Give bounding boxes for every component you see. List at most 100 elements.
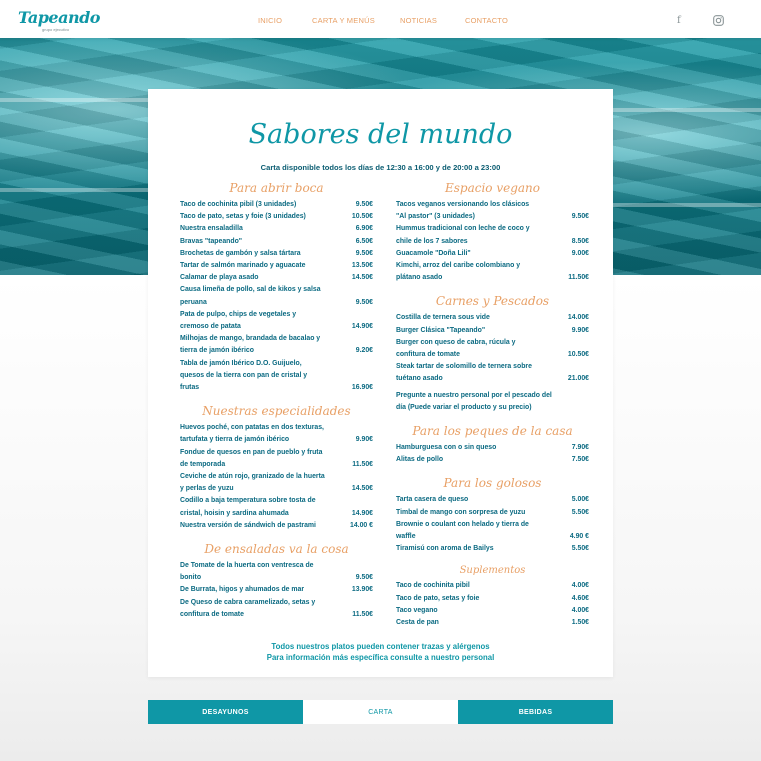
menu-item-name: Cesta de pan (396, 619, 439, 627)
menu-item-name: Pata de pulpo, chips de vegetales y crem… (180, 310, 297, 331)
menu-item-price: 7.50€ (571, 456, 589, 464)
menu-item-name: Taco de pato, setas y foie (3 unidades) (180, 213, 306, 221)
menu-item: Steak tartar de solomillo de ternera sob… (396, 361, 589, 385)
menu-item-name: Brochetas de gambón y salsa tártara (180, 249, 301, 257)
logo-subtitle: grupo ejecutivo (42, 27, 70, 32)
menu-item: De Queso de cabra caramelizado, setas y … (180, 597, 373, 621)
menu-item-name: Alitas de pollo (396, 456, 444, 464)
menu-item: Cesta de pan 1.50€ (396, 617, 589, 629)
menu-item-price: 9.50€ (355, 201, 373, 208)
menu-item-price: 14.50€ (351, 485, 373, 493)
menu-item-price: 21.00€ (567, 375, 589, 383)
menu-item-name: Tartar de salmón marinado y aguacate (180, 262, 306, 270)
instagram-icon[interactable] (713, 15, 724, 29)
menu-title: Sabores del mundo (248, 119, 513, 150)
hero-shelf (613, 108, 761, 112)
menu-item-price: 4.90 € (569, 533, 589, 541)
menu-item-name: Hamburguesa con o sin queso (396, 444, 497, 452)
menu-item: Burger con queso de cabra, rúcula y conf… (396, 337, 589, 361)
menu-item-name: Taco de cochinita pibil (3 unidades) (180, 201, 297, 208)
menu-item-name: Calamar de playa asado (180, 274, 259, 282)
menu-item-name: Tarta casera de queso (396, 496, 469, 504)
menu-item-price: 14.90€ (351, 509, 373, 517)
menu-item-price: 9.50€ (355, 249, 373, 257)
menu-item-name: Tabla de jamón Ibérico D.O. Guijuelo, qu… (180, 359, 308, 392)
menu-item: Taco de cochinita pibil (3 unidades) 9.50… (180, 199, 373, 211)
menu-item: Tarta casera de queso 5.00€ (396, 494, 589, 506)
menu-item: Tabla de jamón Ibérico D.O. Guijuelo, qu… (180, 358, 373, 395)
tab-desayunos[interactable]: DESAYUNOS (148, 700, 303, 724)
menu-item-price: 9.20€ (355, 347, 373, 355)
section-title-carnes-y-pescados: Carnes y Pescados (435, 294, 550, 309)
menu-item-price: 7.90€ (571, 444, 589, 452)
menu-item-price: 14.90€ (351, 323, 373, 331)
menu-item-price: 14.50€ (351, 274, 373, 282)
menu-item: Taco de cochinita pibil 4.00€ (396, 580, 589, 592)
menu-item-name: Steak tartar de solomillo de ternera sob… (396, 363, 532, 383)
menu-item-price: 8.50€ (571, 237, 589, 245)
section-title-de-ensaladas-va-la-cosa: De ensaladas va la cosa (204, 542, 349, 557)
menu-item-name: De Queso de cabra caramelizado, setas y … (180, 598, 316, 618)
nav-item-carta-y-menus[interactable]: CARTA Y MENÚS (312, 16, 375, 25)
section-title-para-los-peques-de-la-casa: Para los peques de la casa (412, 424, 573, 439)
section-title-espacio-vegano: Espacio vegano (444, 181, 541, 195)
menu-item-name: Guacamole "Doña Lili" (396, 249, 471, 257)
menu-item-price: 10.50€ (351, 213, 373, 221)
menu-item-name: Brownie o coulant con helado y tierra de… (396, 520, 529, 541)
menu-item: Fondue de quesos en pan de pueblo y frut… (180, 447, 373, 471)
section-title-para-abrir-boca: Para abrir boca (229, 181, 324, 195)
menu-item: Costilla de ternera sous vide 14.00€ (396, 312, 589, 324)
menu-item-price: 4.00€ (571, 582, 589, 590)
tab-carta[interactable]: CARTA (303, 700, 458, 724)
hero-shelf (0, 188, 150, 192)
menu-item: Guacamole "Doña Lili" 9.00€ (396, 248, 589, 260)
section-title-para-los-golosos: Para los golosos (443, 476, 542, 491)
menu-item-price: 13.50€ (351, 262, 373, 270)
menu-item-name: Taco de pato, setas y foie (396, 594, 480, 602)
menu-item-price: 6.50€ (355, 237, 373, 245)
menu-item: Timbal de mango con sorpresa de yuzu 5.50… (396, 507, 589, 519)
tab-bebidas[interactable]: BEBIDAS (458, 700, 613, 724)
menu-column-left: Para abrir boca Taco de cochinita pibil (… (180, 177, 373, 621)
allergen-note: Todos nuestros platos pueden contener tr… (148, 641, 613, 663)
menu-item-name: Huevos poché, con patatas en dos textura… (180, 424, 324, 444)
nav-item-inicio[interactable]: INICIO (258, 16, 282, 25)
menu-item-price: 9.90€ (571, 326, 589, 334)
menu-item: Tartar de salmón marinado y aguacate 13.5… (180, 260, 373, 272)
menu-item-name: Nuestra ensaladilla (180, 225, 243, 233)
menu-item-price: 9.00€ (571, 249, 589, 257)
facebook-icon[interactable]: f (677, 15, 681, 26)
menu-column-right: Espacio vegano Tacos veganos versionando … (396, 177, 589, 629)
hero-shelf (613, 203, 761, 207)
menu-item: Taco de pato, setas y foie (3 unidades) 1… (180, 211, 373, 223)
menu-item-name: Milhojas de mango, brandada de bacalao y… (180, 335, 321, 355)
menu-item-price: 9.50€ (355, 298, 373, 306)
menu-item: Causa limeña de pollo, sal de kikos y sa… (180, 284, 373, 308)
menu-item-name: Taco de cochinita pibil (396, 582, 470, 590)
menu-item-price: 9.90€ (355, 436, 373, 444)
menu-card: Sabores del mundo Carta disponible todos… (148, 89, 613, 677)
menu-item-price: 6.90€ (355, 225, 373, 233)
menu-item-price: 9.50€ (571, 213, 589, 221)
section-title-suplementos: Suplementos (459, 565, 526, 577)
hero-shelf (0, 98, 150, 102)
nav-item-contacto[interactable]: CONTACTO (465, 16, 508, 25)
menu-item-price: 5.50€ (571, 508, 589, 516)
menu-item-name: Causa limeña de pollo, sal de kikos y sa… (180, 286, 321, 306)
menu-item-price: 9.50€ (355, 574, 373, 582)
menu-item-price: 16.90€ (351, 384, 373, 392)
logo[interactable]: Tapeando (18, 8, 100, 27)
menu-item: Nuestra versión de sándwich de pastrami 1… (180, 520, 373, 532)
nav-item-noticias[interactable]: NOTICIAS (400, 16, 437, 25)
menu-item: Bravas "tapeando" 6.50€ (180, 236, 373, 248)
menu-item-name: Kimchi, arroz del caribe colombiano y pl… (396, 262, 521, 282)
menu-item: Pata de pulpo, chips de vegetales y crem… (180, 309, 373, 333)
menu-schedule: Carta disponible todos los días de 12:30… (260, 163, 501, 172)
menu-item-name: Tiramisú con aroma de Bailys (396, 545, 494, 553)
menu-item-price: 10.50€ (567, 351, 589, 359)
allergen-note-line2: Para información más específica consulte… (266, 653, 495, 662)
menu-item: Alitas de pollo 7.50€ (396, 454, 589, 466)
menu-item-name: Bravas "tapeando" (180, 237, 243, 245)
menu-item: De Burrata, higos y ahumados de mar 13.90… (180, 584, 373, 596)
menu-item-name: Burger con queso de cabra, rúcula y conf… (396, 338, 516, 359)
